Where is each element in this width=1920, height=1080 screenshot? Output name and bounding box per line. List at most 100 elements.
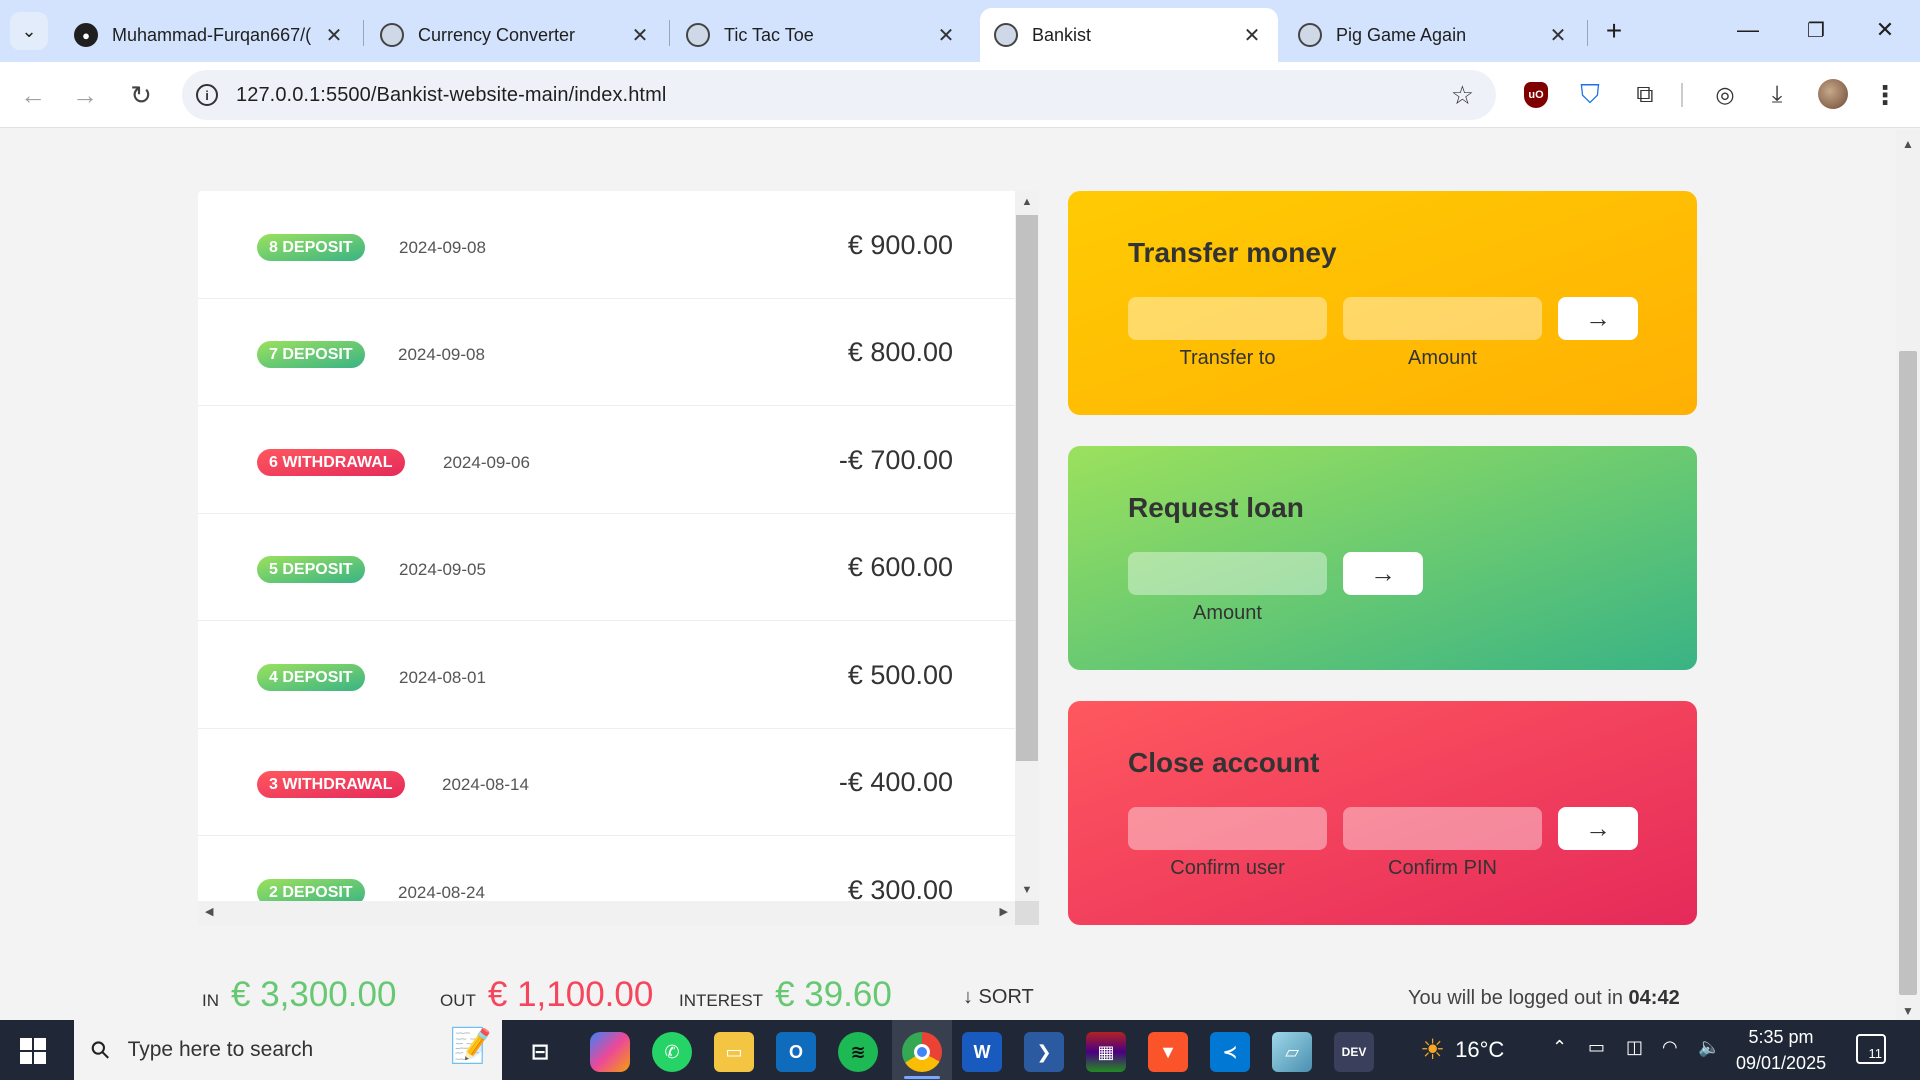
shield-extension-icon[interactable]: ⛉ (1571, 76, 1609, 114)
scrollbar-thumb[interactable] (1016, 215, 1038, 761)
task-view-icon[interactable]: ⊟ (520, 1032, 560, 1072)
restore-button[interactable]: ❐ (1793, 12, 1839, 48)
address-bar[interactable]: i 127.0.0.1:5500/Bankist-website-main/in… (182, 70, 1496, 120)
transfer-amount-input[interactable] (1343, 297, 1542, 340)
url-text[interactable]: 127.0.0.1:5500/Bankist-website-main/inde… (236, 84, 666, 107)
download-icon[interactable]: ⤓ (1758, 76, 1796, 114)
spotify-icon[interactable]: ≋ (838, 1032, 878, 1072)
copilot-icon[interactable] (590, 1032, 630, 1072)
movement-type-badge: 6 WITHDRAWAL (257, 449, 405, 476)
outlook-icon[interactable]: O (776, 1032, 816, 1072)
close-icon[interactable]: ✕ (934, 23, 958, 48)
close-pin-input[interactable] (1343, 807, 1542, 850)
transfer-to-input[interactable] (1128, 297, 1327, 340)
close-icon: ✕ (1875, 17, 1895, 42)
chevron-down-icon: ⌄ (21, 20, 37, 41)
back-button[interactable]: ← (14, 76, 52, 114)
site-info-icon[interactable]: i (196, 84, 218, 106)
close-icon[interactable]: ✕ (322, 23, 346, 48)
summary-in-value: € 3,300.00 (231, 975, 397, 1014)
notification-count: 11 (1868, 1046, 1883, 1061)
file-explorer-icon[interactable]: ▭ (714, 1032, 754, 1072)
whatsapp-icon[interactable]: ✆ (652, 1032, 692, 1072)
scroll-up-icon[interactable]: ▲ (1896, 137, 1920, 151)
meet-now-icon[interactable]: ◫ (1626, 1037, 1643, 1058)
volume-icon[interactable]: 🔈 (1698, 1037, 1720, 1058)
clock-time: 5:35 pm (1748, 1027, 1814, 1047)
operation-close: Close account → Confirm user Confirm PIN (1068, 701, 1697, 925)
menu-kebab-icon[interactable]: ⋮ (1866, 76, 1904, 114)
tab-bankist[interactable]: Bankist ✕ (980, 8, 1278, 62)
close-submit-button[interactable]: → (1558, 807, 1638, 850)
taskbar-search-box[interactable]: ⚲ Type here to search 📝 (74, 1020, 502, 1080)
movement-value: € 900.00 (847, 230, 953, 260)
scroll-down-icon[interactable]: ▼ (1015, 884, 1039, 896)
bookmark-star-icon[interactable]: ☆ (1451, 80, 1474, 111)
brave-icon[interactable]: ▼ (1148, 1032, 1188, 1072)
chevron-up-icon[interactable]: ⌃ (1552, 1037, 1567, 1058)
new-tab-button[interactable]: + (1597, 14, 1631, 48)
windows-start-icon[interactable] (20, 1038, 46, 1064)
performance-icon[interactable]: ◎ (1706, 76, 1744, 114)
devtoys-icon[interactable]: DEV (1334, 1032, 1374, 1072)
summary-interest-value: € 39.60 (775, 975, 892, 1014)
weather-widget[interactable]: ☀ 16°C (1420, 1033, 1504, 1066)
movements-vertical-scrollbar[interactable]: ▲ ▼ (1015, 191, 1039, 901)
scroll-right-icon[interactable]: ▶ (1000, 905, 1008, 918)
globe-icon (686, 23, 710, 47)
tab-title: Pig Game Again (1336, 24, 1467, 45)
movement-row: 3 WITHDRAWAL 2024-08-14 -€ 400.00 (198, 728, 1015, 836)
chrome-icon[interactable] (902, 1032, 942, 1072)
scroll-up-icon[interactable]: ▲ (1015, 196, 1039, 208)
scroll-down-icon[interactable]: ▼ (1896, 1004, 1920, 1018)
movement-value: € 800.00 (847, 337, 953, 367)
close-icon[interactable]: ✕ (1240, 23, 1264, 48)
close-icon[interactable]: ✕ (1546, 23, 1570, 48)
minimize-button[interactable]: — (1725, 12, 1771, 48)
battery-icon[interactable]: ▭ (1588, 1037, 1605, 1058)
movement-value: € 600.00 (847, 552, 953, 582)
tab-github[interactable]: ● Muhammad-Furqan667/( ✕ (60, 8, 360, 62)
ublock-icon[interactable]: uO (1524, 82, 1548, 108)
globe-icon (1298, 23, 1322, 47)
close-user-input[interactable] (1128, 807, 1327, 850)
sort-button[interactable]: ↓ SORT (963, 986, 1034, 1009)
extensions-puzzle-icon[interactable]: ⧉ (1626, 76, 1664, 114)
tab-title: Muhammad-Furqan667/( (112, 24, 312, 45)
summary-out-label: Out (440, 991, 476, 1010)
scrollbar-thumb[interactable] (1899, 351, 1917, 995)
loan-amount-input[interactable] (1128, 552, 1327, 595)
vscode-icon[interactable]: ≺ (1210, 1032, 1250, 1072)
logout-message: You will be logged out in (1408, 987, 1623, 1009)
globe-icon (380, 23, 404, 47)
tab-tic-tac-toe[interactable]: Tic Tac Toe ✕ (672, 8, 972, 62)
powershell-icon[interactable]: ❯ (1024, 1032, 1064, 1072)
search-icon: ⚲ (85, 1034, 117, 1066)
movement-date: 2024-08-14 (442, 775, 529, 794)
page-vertical-scrollbar[interactable]: ▲ ▼ (1896, 129, 1920, 1020)
wifi-icon[interactable]: ◠ (1662, 1037, 1678, 1058)
taskbar-clock[interactable]: 5:35 pm 09/01/2025 (1736, 1024, 1826, 1076)
movements-horizontal-scrollbar[interactable]: ◀ ▶ (198, 901, 1015, 925)
movement-date: 2024-09-06 (443, 453, 530, 472)
tab-pig-game[interactable]: Pig Game Again ✕ (1284, 8, 1584, 62)
winrar-icon[interactable]: ▦ (1086, 1032, 1126, 1072)
word-icon[interactable]: W (962, 1032, 1002, 1072)
transfer-amount-label: Amount (1408, 347, 1477, 369)
scroll-left-icon[interactable]: ◀ (205, 905, 213, 918)
transfer-submit-button[interactable]: → (1558, 297, 1638, 340)
profile-avatar[interactable] (1818, 79, 1848, 109)
movement-type-badge: 3 WITHDRAWAL (257, 771, 405, 798)
movement-type-badge: 7 DEPOSIT (257, 341, 365, 368)
notepad-icon[interactable]: ▱ (1272, 1032, 1312, 1072)
notification-center-icon[interactable]: 11 (1856, 1034, 1886, 1064)
movement-type-badge: 8 DEPOSIT (257, 234, 365, 261)
close-window-button[interactable]: ✕ (1862, 12, 1908, 48)
forward-button[interactable]: → (66, 76, 104, 114)
close-icon[interactable]: ✕ (628, 23, 652, 48)
reload-button[interactable]: ↻ (122, 76, 160, 114)
loan-submit-button[interactable]: → (1343, 552, 1423, 595)
tab-currency-converter[interactable]: Currency Converter ✕ (366, 8, 666, 62)
arrow-left-icon: ← (20, 79, 46, 110)
tab-search-button[interactable]: ⌄ (10, 12, 48, 50)
